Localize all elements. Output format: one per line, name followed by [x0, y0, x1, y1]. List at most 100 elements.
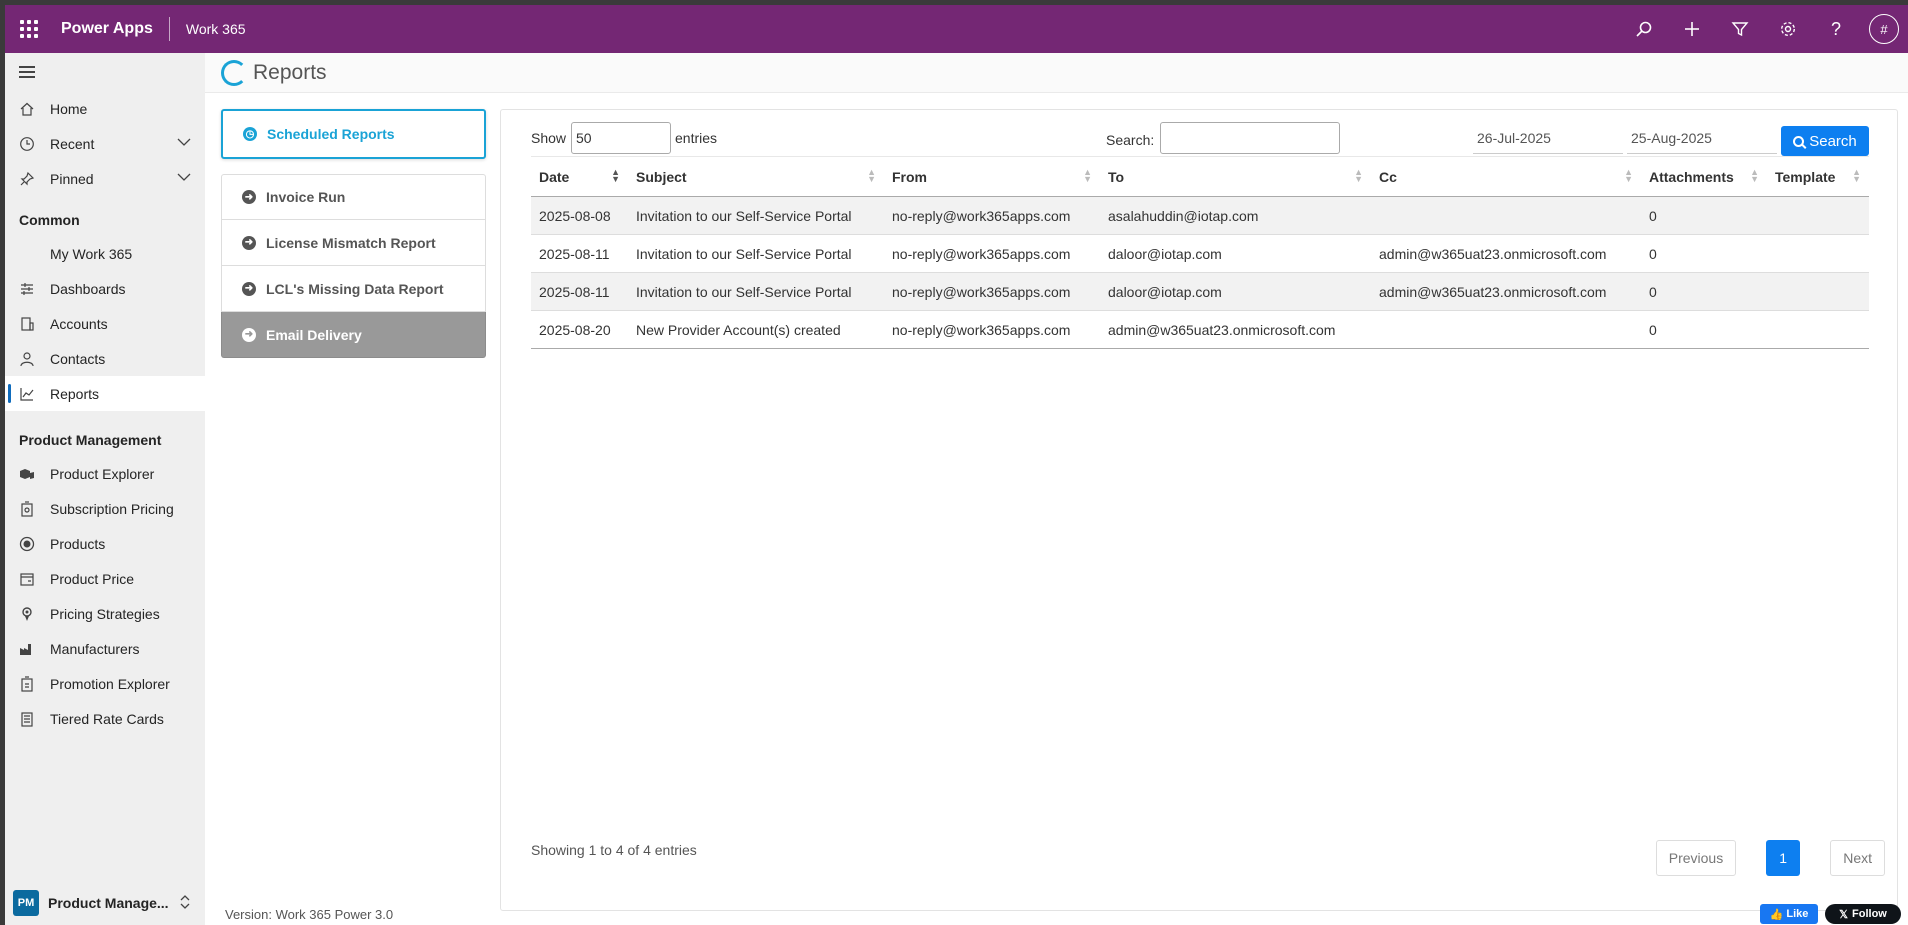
sidebar-item-label: Accounts [50, 315, 108, 332]
arrow-right-circle-icon: ➜ [242, 327, 256, 342]
sidebar-item-contacts[interactable]: Contacts [5, 341, 205, 376]
sidebar-item-my-work-365[interactable]: My Work 365 [5, 236, 205, 271]
search-input[interactable] [1160, 122, 1340, 154]
sidebar-item-home[interactable]: Home [5, 91, 205, 126]
product-icon [19, 536, 35, 552]
thumbs-up-icon: 👍 [1769, 908, 1784, 921]
date-to-input[interactable] [1627, 122, 1777, 154]
table-row[interactable]: 2025-08-20 New Provider Account(s) creat… [531, 310, 1869, 349]
sort-icon: ▲ ▼ [1750, 167, 1759, 184]
top-actions: ? # [1620, 5, 1908, 53]
cell-from: no-reply@work365apps.com [884, 310, 1100, 349]
sidebar-item-subscription-pricing[interactable]: Subscription Pricing [5, 491, 205, 526]
sidebar-item-label: Product Price [50, 570, 135, 587]
cell-date: 2025-08-08 [531, 196, 628, 235]
area-badge: PM [13, 890, 39, 916]
sidebar-item-product-price[interactable]: Product Price [5, 561, 205, 596]
cell-to: admin@w365uat23.onmicrosoft.com [1100, 310, 1371, 349]
sidebar-item-label: Home [50, 100, 88, 117]
invoice-run-button[interactable]: ➜ Invoice Run [221, 174, 486, 220]
table-row[interactable]: 2025-08-11 Invitation to our Self-Servic… [531, 234, 1869, 273]
environment-name[interactable]: Work 365 [186, 21, 246, 37]
main-content: Reports ◷ Scheduled Reports ➜ Invoice Ru… [205, 53, 1908, 925]
sidebar-item-accounts[interactable]: Accounts [5, 306, 205, 341]
menu-label: LCL's Missing Data Report [266, 280, 444, 297]
cell-date: 2025-08-11 [531, 272, 628, 311]
sidebar-item-reports[interactable]: Reports [5, 376, 205, 411]
hamburger-menu-button[interactable] [5, 53, 205, 91]
arrow-right-circle-icon: ➜ [242, 235, 256, 250]
sort-icon: ▲ ▼ [1083, 167, 1092, 184]
sidebar-item-recent[interactable]: Recent [5, 126, 205, 161]
sidebar-item-pinned[interactable]: Pinned [5, 161, 205, 196]
blank-icon [19, 246, 35, 262]
email-delivery-panel: Show entries Search: Search Date▲ [500, 109, 1898, 911]
sidebar-item-pricing-strategies[interactable]: Pricing Strategies [5, 596, 205, 631]
license-mismatch-report-button[interactable]: ➜ License Mismatch Report [221, 220, 486, 266]
email-delivery-button[interactable]: ➜ Email Delivery [221, 312, 486, 358]
search-icon[interactable] [1620, 5, 1668, 53]
menu-label: Invoice Run [266, 189, 346, 205]
table-header-row: Date ▲ ▼ Subject ▲ ▼ From ▲ ▼ To ▲ ▼ Cc ▲ ▼ Attach… [531, 156, 1869, 197]
email-delivery-table: Date ▲ ▼ Subject ▲ ▼ From ▲ ▼ To ▲ ▼ Cc ▲ ▼ Attach… [531, 156, 1869, 349]
show-label: Show [531, 130, 567, 146]
column-header-subject[interactable]: Subject ▲ ▼ [628, 156, 884, 197]
area-label: Product Manage... [48, 895, 169, 911]
sidebar-item-label: Manufacturers [50, 640, 140, 657]
column-header-template[interactable]: Template ▲ ▼ [1767, 156, 1869, 197]
reports-logo-icon [221, 59, 247, 86]
x-follow-button[interactable]: 𝕏 Follow [1825, 904, 1901, 924]
promotion-icon [19, 675, 35, 692]
page-size-input[interactable] [571, 122, 671, 154]
table-row[interactable]: 2025-08-08 Invitation to our Self-Servic… [531, 196, 1869, 235]
previous-page-button[interactable]: Previous [1655, 840, 1737, 876]
cell-to: daloor@iotap.com [1100, 234, 1371, 273]
cell-cc [1371, 310, 1641, 349]
page-header: Reports [205, 53, 1908, 93]
column-header-from[interactable]: From ▲ ▼ [884, 156, 1100, 197]
cell-date: 2025-08-20 [531, 310, 628, 349]
sidebar-item-promotion-explorer[interactable]: Promotion Explorer [5, 666, 205, 701]
scheduled-reports-button[interactable]: ◷ Scheduled Reports [221, 109, 486, 159]
clock-icon [19, 136, 35, 152]
help-icon[interactable]: ? [1812, 5, 1860, 53]
page-number-button[interactable]: 1 [1766, 840, 1801, 876]
sidebar-item-label: My Work 365 [50, 245, 133, 262]
cell-subject: Invitation to our Self-Service Portal [628, 196, 884, 235]
lcl-missing-data-report-button[interactable]: ➜ LCL's Missing Data Report [221, 266, 486, 312]
arrow-right-circle-icon: ➜ [242, 190, 256, 204]
sidebar-item-product-explorer[interactable]: Product Explorer [5, 456, 205, 491]
date-from-input[interactable] [1473, 122, 1623, 154]
ratecard-icon [19, 711, 35, 727]
table-row[interactable]: 2025-08-11 Invitation to our Self-Servic… [531, 272, 1869, 311]
search-icon [1793, 135, 1805, 147]
next-page-button[interactable]: Next [1830, 840, 1885, 876]
sidebar-item-label: Promotion Explorer [50, 675, 170, 692]
column-header-to[interactable]: To ▲ ▼ [1100, 156, 1371, 197]
sort-icon: ▲ ▼ [867, 167, 876, 184]
app-name[interactable]: Power Apps [61, 20, 153, 38]
menu-label: Scheduled Reports [267, 126, 395, 142]
add-icon[interactable] [1668, 5, 1716, 53]
search-label: Search: [1106, 132, 1155, 148]
sidebar-item-products[interactable]: Products [5, 526, 205, 561]
factory-icon [19, 641, 35, 657]
column-header-attachments[interactable]: Attachments ▲ ▼ [1641, 156, 1767, 197]
cell-cc: admin@w365uat23.onmicrosoft.com [1371, 234, 1641, 273]
gear-icon[interactable] [1764, 5, 1812, 53]
column-header-date[interactable]: Date ▲ ▼ [531, 156, 628, 197]
column-header-cc[interactable]: Cc ▲ ▼ [1371, 156, 1641, 197]
chart-icon [19, 386, 35, 402]
sidebar-item-manufacturers[interactable]: Manufacturers [5, 631, 205, 666]
sidebar-item-dashboards[interactable]: Dashboards [5, 271, 205, 306]
facebook-like-button[interactable]: 👍 Like [1760, 904, 1818, 924]
area-switcher[interactable]: PM Product Manage... [5, 881, 205, 925]
chevron-down-icon[interactable] [177, 171, 191, 185]
user-avatar[interactable]: # [1860, 5, 1908, 53]
clock-icon: ◷ [243, 127, 257, 141]
filter-icon[interactable] [1716, 5, 1764, 53]
sidebar-item-tiered-rate-cards[interactable]: Tiered Rate Cards [5, 701, 205, 736]
search-button[interactable]: Search [1781, 126, 1869, 156]
chevron-down-icon[interactable] [177, 136, 191, 150]
app-launcher-button[interactable] [5, 5, 53, 53]
